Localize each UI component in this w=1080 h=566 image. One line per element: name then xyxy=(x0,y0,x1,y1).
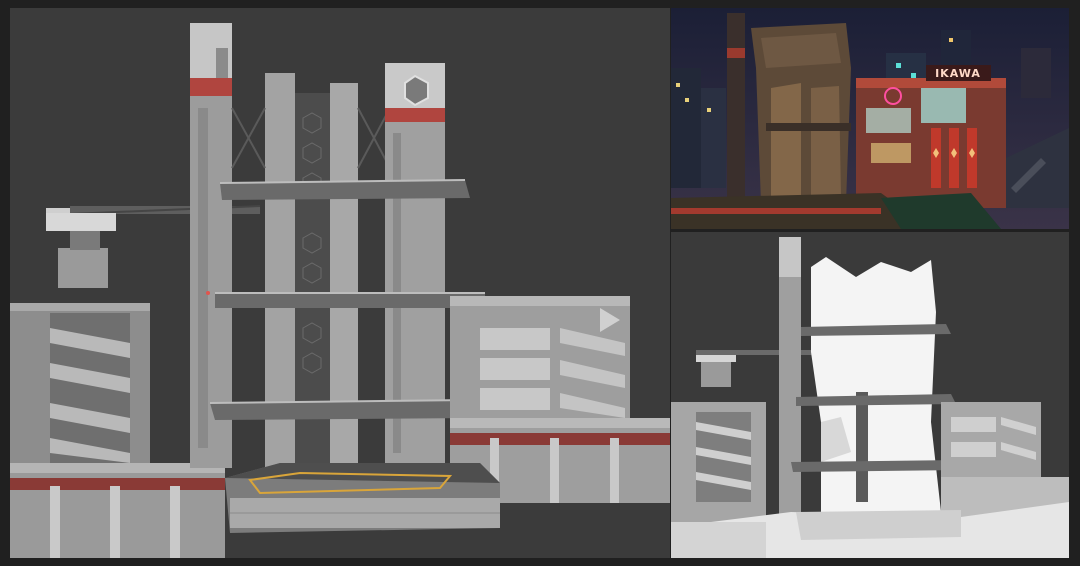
ikawa-building: IKAWA xyxy=(856,65,1006,208)
right-building xyxy=(450,296,630,423)
grey-model-render xyxy=(10,8,670,558)
mech-statue xyxy=(751,23,851,203)
grey-model-drawing xyxy=(10,8,670,558)
mask-render-drawing xyxy=(671,232,1069,558)
left-plinth xyxy=(10,463,225,558)
night-tower xyxy=(727,13,745,213)
night-foreground xyxy=(671,193,1001,229)
mech-mask xyxy=(811,257,941,517)
tower-left xyxy=(190,23,232,468)
mask-tower xyxy=(779,237,801,527)
mask-render xyxy=(671,232,1069,558)
landing-pad xyxy=(225,463,500,533)
breakdown-sheet: IKAWA xyxy=(0,0,1080,566)
ikawa-sign-text: IKAWA xyxy=(935,67,981,80)
night-render: IKAWA xyxy=(671,8,1069,229)
night-render-drawing: IKAWA xyxy=(671,8,1069,229)
